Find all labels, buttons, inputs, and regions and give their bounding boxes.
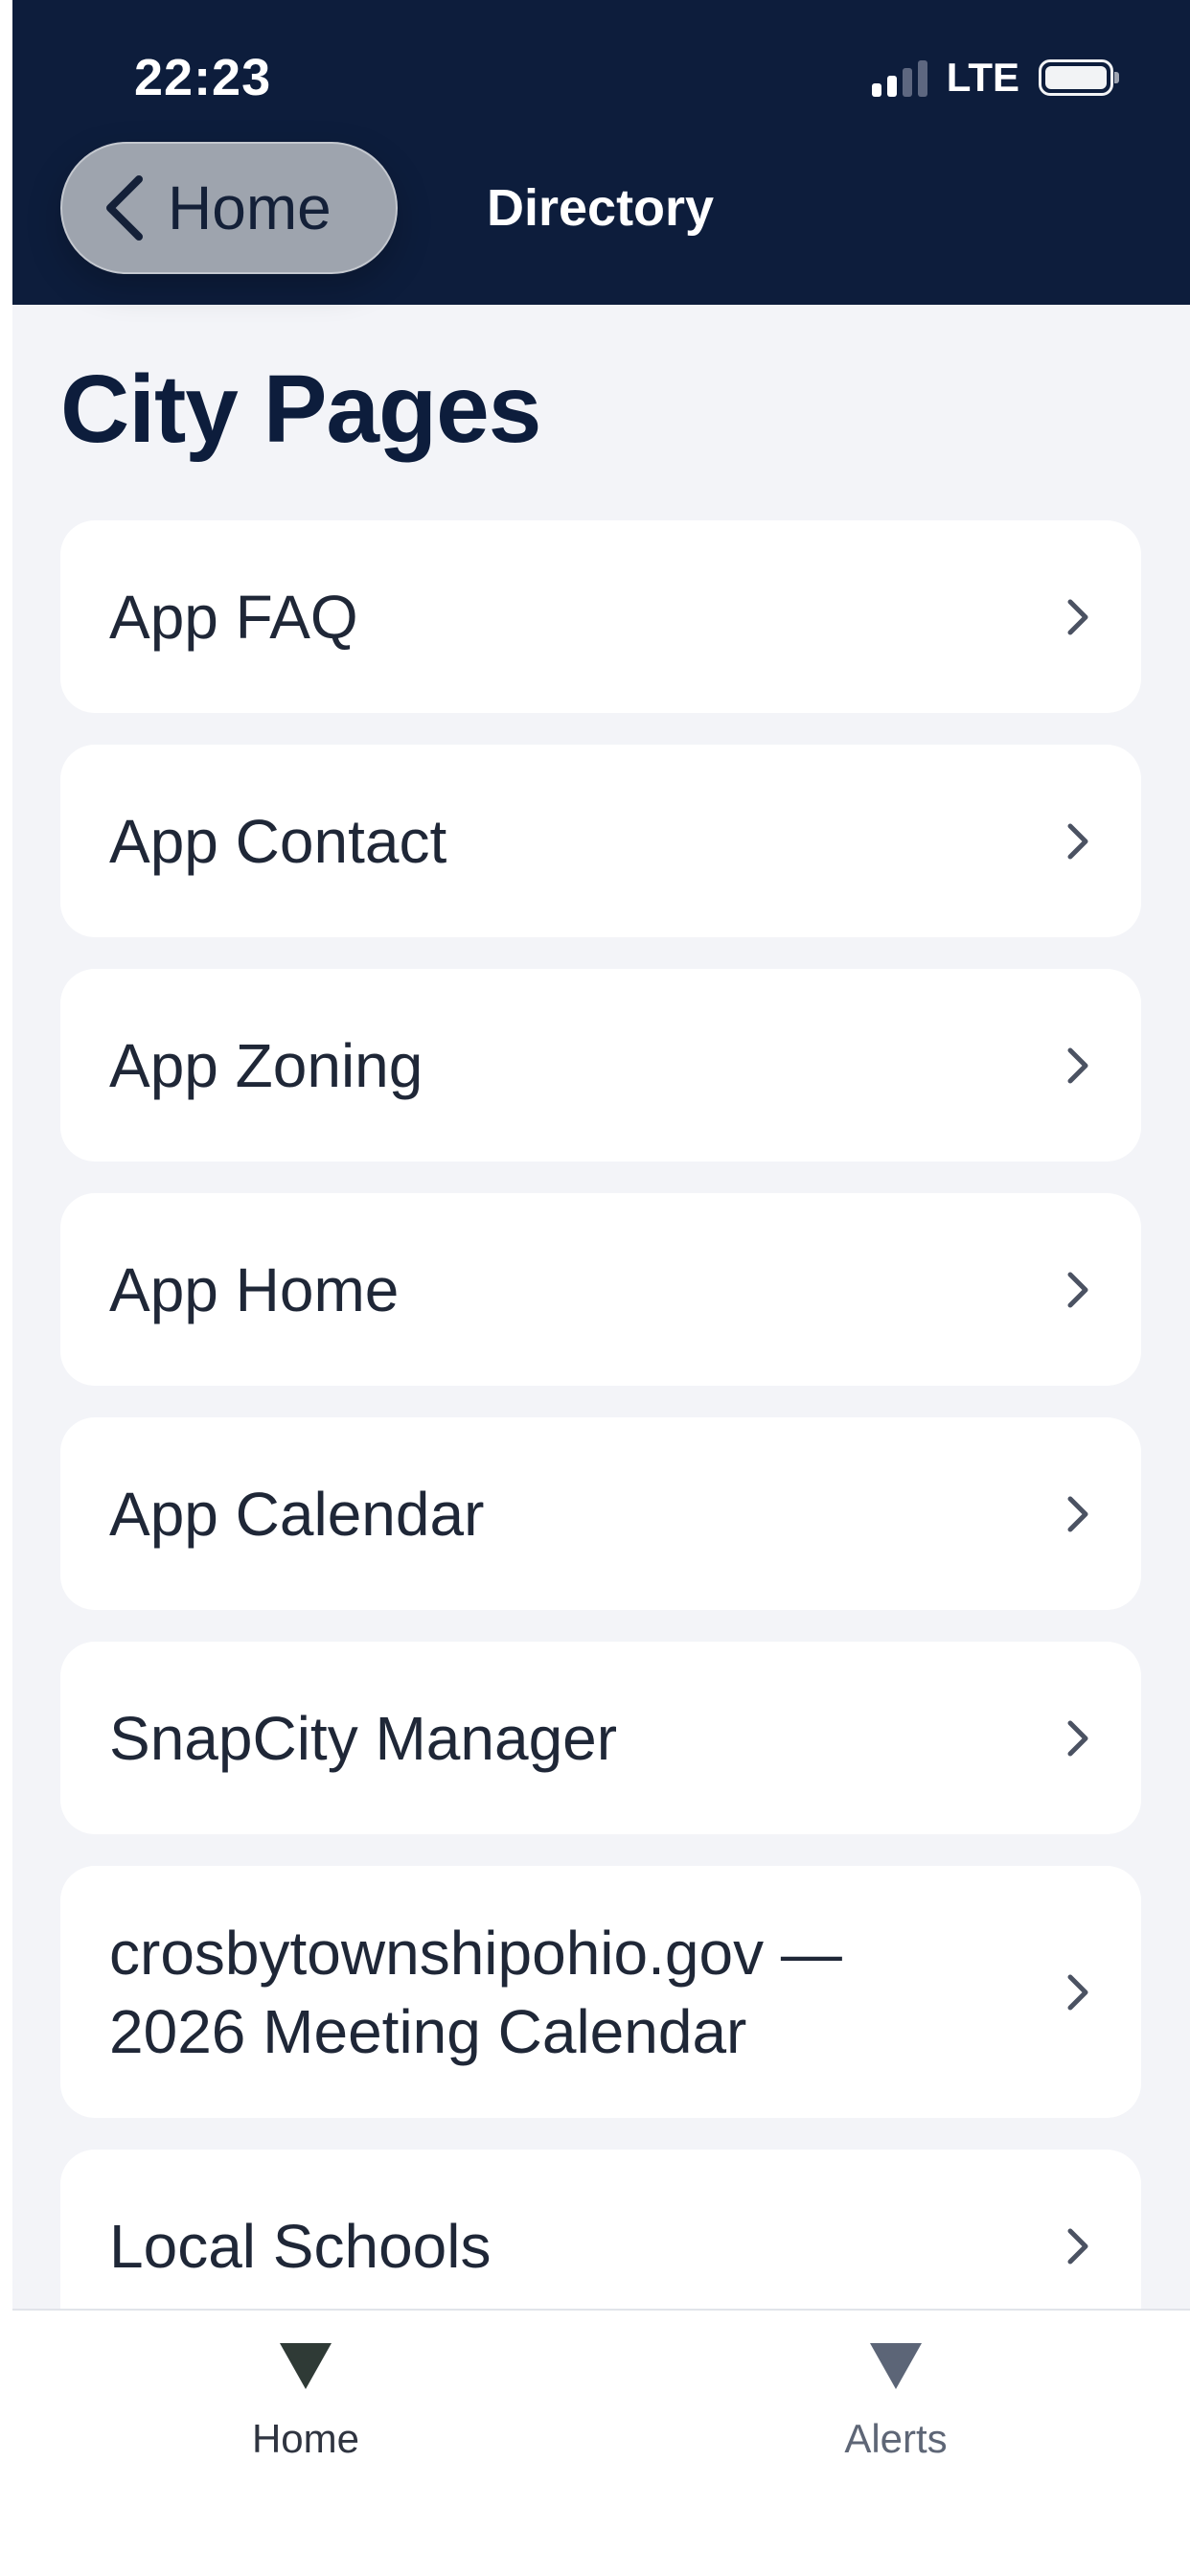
chevron-right-icon	[1067, 1496, 1088, 1531]
triangle-down-icon	[280, 2343, 332, 2389]
app-screen: 22:23 LTE Home Directory City Pages App …	[12, 0, 1190, 2576]
navigation-header: 22:23 LTE Home Directory	[12, 0, 1190, 305]
list-item[interactable]: App Calendar	[60, 1417, 1141, 1610]
tab-home-label: Home	[251, 2416, 360, 2461]
city-pages-list: App FAQ App Contact App Zoning App Home …	[60, 520, 1141, 2374]
list-item[interactable]: App Zoning	[60, 969, 1141, 1162]
list-item-label: App FAQ	[109, 582, 358, 652]
chevron-right-icon	[1067, 1047, 1088, 1083]
tab-alerts[interactable]: Alerts	[752, 2330, 1040, 2502]
tab-alerts-label: Alerts	[844, 2416, 948, 2461]
list-item-label: App Contact	[109, 806, 447, 876]
chevron-right-icon	[1067, 2228, 1088, 2264]
chevron-right-icon	[1067, 599, 1088, 634]
chevron-left-icon	[106, 175, 143, 241]
triangle-down-icon	[870, 2343, 922, 2389]
list-item[interactable]: crosbytownshipohio.gov — 2026 Meeting Ca…	[60, 1866, 1141, 2118]
back-button[interactable]: Home	[60, 142, 398, 274]
chevron-right-icon	[1067, 1720, 1088, 1756]
page-title: City Pages	[60, 356, 541, 463]
chevron-right-icon	[1067, 1272, 1088, 1307]
header-title: Directory	[487, 179, 715, 237]
list-item-label: Local Schools	[109, 2211, 492, 2281]
status-bar-time: 22:23	[134, 49, 272, 106]
list-item[interactable]: App Home	[60, 1193, 1141, 1386]
battery-icon	[1039, 59, 1119, 96]
list-item-label: App Zoning	[109, 1030, 423, 1100]
back-button-label: Home	[168, 173, 332, 242]
status-bar-indicators: LTE	[871, 55, 1119, 100]
list-item-label: crosbytownshipohio.gov — 2026 Meeting Ca…	[109, 1918, 842, 2066]
tab-home[interactable]: Home	[162, 2330, 449, 2502]
cellular-signal-icon	[871, 58, 927, 97]
list-item[interactable]: App Contact	[60, 745, 1141, 937]
list-item-label: SnapCity Manager	[109, 1703, 618, 1773]
chevron-right-icon	[1067, 1974, 1088, 2010]
list-item-label: App Home	[109, 1254, 400, 1324]
list-item[interactable]: App FAQ	[60, 520, 1141, 713]
bottom-tab-bar: Home Alerts	[12, 2309, 1190, 2576]
network-type-label: LTE	[946, 55, 1019, 100]
list-item-label: App Calendar	[109, 1479, 485, 1549]
list-item[interactable]: SnapCity Manager	[60, 1642, 1141, 1834]
chevron-right-icon	[1067, 823, 1088, 859]
